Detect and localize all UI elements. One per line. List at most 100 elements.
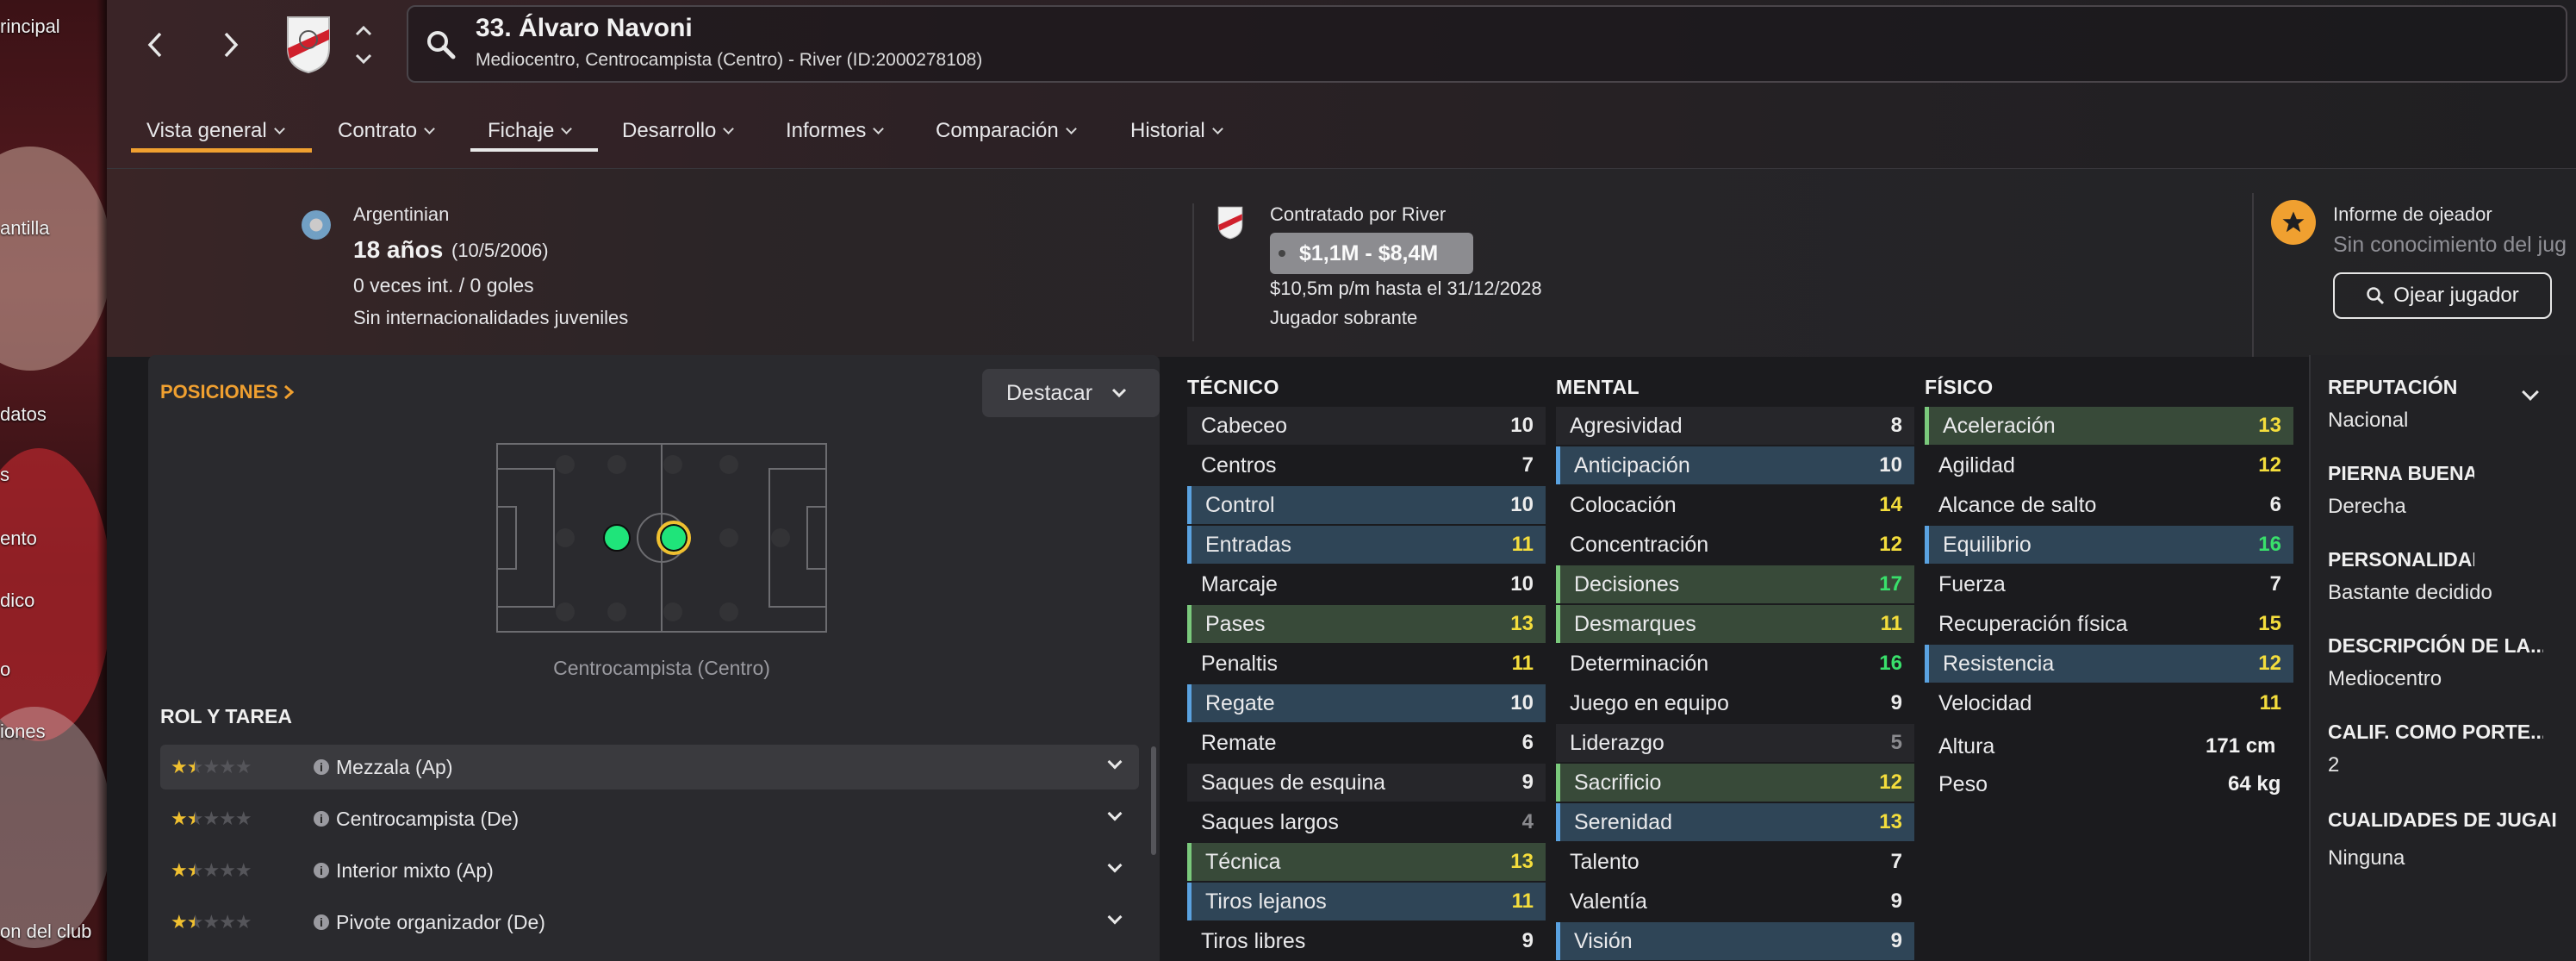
sidebar-item-o[interactable]: o (0, 658, 10, 681)
attribute-row[interactable]: Valentía 9 (1556, 883, 1914, 920)
wage: $10,5m p/m hasta el 31/12/2028 (1270, 278, 1542, 299)
role-row[interactable]: ★★★★★ i Pivote organizador (De) (160, 900, 1139, 945)
tab-informes[interactable]: Informes (786, 110, 885, 152)
forward-button[interactable] (207, 21, 255, 69)
attribute-value: 10 (1879, 453, 1902, 477)
attribute-row[interactable]: Agilidad 12 (1925, 446, 2293, 484)
profile-heading: PIERNA BUENA (2328, 462, 2474, 484)
attribute-name: Cabeceo (1201, 413, 1288, 438)
attribute-value: 11 (1880, 612, 1902, 635)
attribute-row[interactable]: Serenidad 13 (1556, 803, 1914, 841)
tab-historial[interactable]: Historial (1130, 110, 1223, 152)
attribute-row[interactable]: Talento 7 (1556, 843, 1914, 881)
attribute-name: Aceleración (1943, 413, 2056, 438)
info-icon[interactable]: i (314, 914, 329, 930)
roles-scrollbar[interactable] (1151, 746, 1156, 855)
profile-heading: REPUTACIÓN (2328, 376, 2458, 398)
attribute-row[interactable]: Juego en equipo 9 (1556, 684, 1914, 722)
attribute-row[interactable]: Desmarques 11 (1556, 605, 1914, 643)
back-button[interactable] (131, 21, 179, 69)
attribute-name: Recuperación física (1938, 611, 2128, 636)
tab-comparacion[interactable]: Comparación (936, 110, 1077, 152)
attribute-name: Agilidad (1938, 452, 2015, 477)
scout-player-button[interactable]: Ojear jugador (2333, 272, 2552, 319)
fisico-title: FÍSICO (1925, 376, 1994, 398)
role-row[interactable]: ★★★★★ i Mezzala (Ap) (160, 745, 1139, 789)
attribute-value: 16 (1879, 652, 1902, 675)
attribute-value: 11 (1511, 889, 1534, 913)
sidebar-item-club[interactable]: on del club (0, 920, 91, 943)
attribute-row[interactable]: Visión 9 (1556, 922, 1914, 960)
player-search-box[interactable] (407, 5, 2567, 83)
attribute-row[interactable]: Equilibrio 16 (1925, 526, 2293, 564)
attribute-row[interactable]: Colocación 14 (1556, 486, 1914, 524)
attribute-row[interactable]: Saques de esquina 9 (1187, 764, 1546, 802)
attribute-row[interactable]: Regate 10 (1187, 684, 1546, 722)
attribute-row[interactable]: Pases 13 (1187, 605, 1546, 643)
attribute-row[interactable]: Aceleración 13 (1925, 407, 2293, 445)
attribute-row[interactable]: Agresividad 8 (1556, 407, 1914, 445)
international-caps: 0 veces int. / 0 goles (353, 274, 534, 296)
profile-heading: DESCRIPCIÓN DE LA... (2328, 634, 2543, 657)
role-row[interactable]: ★★★★★ i Interior mixto (Ap) (160, 848, 1139, 893)
search-icon[interactable] (426, 29, 457, 60)
info-icon[interactable]: i (314, 811, 329, 827)
tab-vista-general[interactable]: Vista general (146, 110, 285, 152)
attribute-name: Entradas (1205, 532, 1292, 557)
attribute-row[interactable]: Determinación 16 (1556, 645, 1914, 683)
attribute-value: 10 (1510, 572, 1534, 596)
attribute-row[interactable]: Liderazgo 5 (1556, 724, 1914, 762)
info-icon[interactable]: i (314, 759, 329, 775)
attribute-row[interactable]: Fuerza 7 (1925, 565, 2293, 603)
attribute-row[interactable]: Tiros lejanos 11 (1187, 883, 1546, 920)
sidebar-item-plantilla[interactable]: antilla (0, 217, 49, 240)
attribute-row[interactable]: Penaltis 11 (1187, 645, 1546, 683)
attribute-row[interactable]: Entradas 11 (1187, 526, 1546, 564)
attribute-row[interactable]: Recuperación física 15 (1925, 605, 2293, 643)
divider (1192, 203, 1194, 341)
attribute-row[interactable]: Decisiones 17 (1556, 565, 1914, 603)
tab-desarrollo[interactable]: Desarrollo (622, 110, 735, 152)
weight-label: Peso (1938, 772, 1988, 796)
attribute-row[interactable]: Anticipación 10 (1556, 446, 1914, 484)
attribute-row[interactable]: Sacrificio 12 (1556, 764, 1914, 802)
sidebar-item-principal[interactable]: rincipal (0, 16, 60, 38)
attribute-row[interactable]: Concentración 12 (1556, 526, 1914, 564)
role-row[interactable]: ★★★★★ i Centrocampista (De) (160, 796, 1139, 841)
attribute-row[interactable]: Cabeceo 10 (1187, 407, 1546, 445)
player-switch-arrows[interactable] (353, 22, 374, 67)
highlight-dropdown[interactable]: Destacar (982, 369, 1160, 417)
attribute-name: Talento (1570, 849, 1640, 874)
attribute-row[interactable]: Saques largos 4 (1187, 803, 1546, 841)
sidebar-item-ento[interactable]: ento (0, 527, 37, 550)
sidebar-item-datos[interactable]: datos (0, 403, 47, 426)
chevron-up-down-icon (355, 25, 372, 65)
attribute-row[interactable]: Tiros libres 9 (1187, 922, 1546, 960)
chevron-down-icon[interactable] (1107, 909, 1123, 925)
tab-contrato[interactable]: Contrato (338, 110, 435, 152)
attribute-row[interactable]: Velocidad 11 (1925, 684, 2293, 722)
attribute-row[interactable]: Marcaje 10 (1187, 565, 1546, 603)
positions-link[interactable]: POSICIONES (160, 381, 294, 403)
chevron-down-icon[interactable] (1107, 806, 1123, 821)
tab-label: Fichaje (488, 119, 555, 142)
sidebar-item-medico[interactable]: dico (0, 590, 34, 612)
transfer-value-tag[interactable]: $1,1M - $8,4M (1270, 233, 1473, 274)
profile-heading: PERSONALIDAD (2328, 548, 2474, 571)
chevron-down-icon[interactable] (1107, 858, 1123, 873)
attribute-row[interactable]: Resistencia 12 (1925, 645, 2293, 683)
attribute-row[interactable]: Remate 6 (1187, 724, 1546, 762)
attribute-row[interactable]: Alcance de salto 6 (1925, 486, 2293, 524)
tab-fichaje[interactable]: Fichaje (488, 110, 573, 152)
chevron-down-icon[interactable] (1107, 754, 1123, 770)
divider (2252, 193, 2254, 357)
chevron-down-icon (273, 122, 285, 134)
sidebar-item-s[interactable]: s (0, 464, 9, 486)
attribute-row[interactable]: Control 10 (1187, 486, 1546, 524)
attribute-row[interactable]: Técnica 13 (1187, 843, 1546, 881)
player-subtitle: Mediocentro, Centrocampista (Centro) - R… (476, 50, 983, 70)
attribute-row[interactable]: Centros 7 (1187, 446, 1546, 484)
player-name: 33. Álvaro Navoni (476, 14, 693, 42)
sidebar-item-iones[interactable]: iones (0, 721, 46, 743)
info-icon[interactable]: i (314, 863, 329, 878)
